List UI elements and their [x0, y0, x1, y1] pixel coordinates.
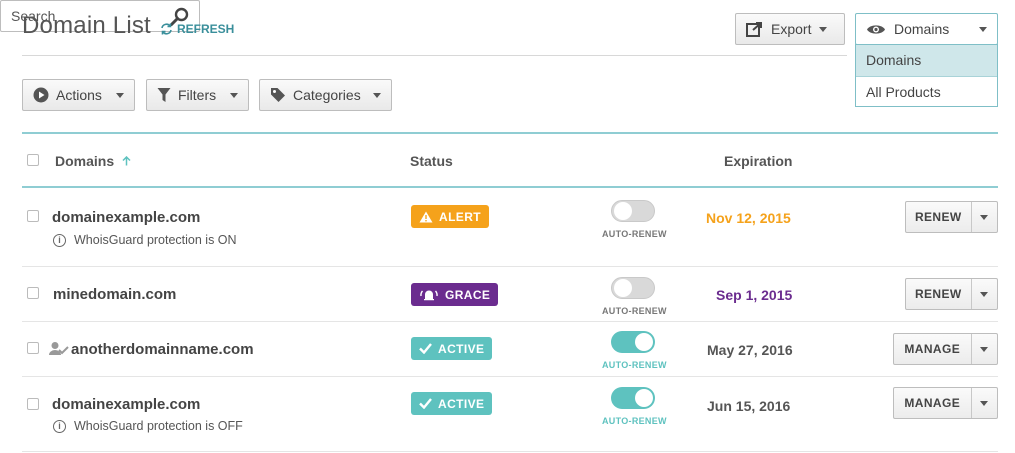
row-action-dropdown[interactable] — [970, 334, 998, 364]
row-divider — [22, 451, 998, 452]
status-text: ALERT — [439, 209, 481, 224]
header-divider — [22, 55, 847, 56]
row-divider — [22, 376, 998, 377]
chevron-down-icon — [819, 26, 828, 32]
row-divider — [22, 321, 998, 322]
status-badge: ACTIVE — [411, 392, 493, 415]
chevron-down-icon — [230, 92, 238, 98]
row-action-dropdown[interactable] — [970, 388, 998, 418]
chevron-down-icon — [980, 291, 989, 297]
tag-icon — [271, 88, 285, 102]
view-dropdown-menu: Domains All Products — [855, 44, 998, 107]
manage-button[interactable]: MANAGE — [893, 387, 998, 419]
filters-button[interactable]: Filters — [146, 79, 249, 111]
auto-renew-label: AUTO-RENEW — [602, 306, 667, 316]
check-icon — [419, 398, 432, 409]
column-domains-label: Domains — [55, 153, 115, 169]
domain-name[interactable]: domainexample.com — [52, 396, 200, 413]
chevron-down-icon — [980, 400, 989, 406]
renew-button[interactable]: RENEW — [905, 201, 998, 233]
alarm-bell-icon — [420, 290, 438, 300]
sort-ascending-icon — [122, 156, 131, 166]
export-label: Export — [771, 21, 812, 37]
row-checkbox[interactable] — [27, 287, 39, 299]
renew-label: RENEW — [914, 210, 962, 224]
domain-name[interactable]: domainexample.com — [52, 209, 200, 226]
eye-icon — [867, 24, 885, 34]
menu-item-all-products[interactable]: All Products — [856, 77, 997, 108]
export-icon — [746, 21, 762, 37]
expiration-date: Nov 12, 2015 — [706, 210, 791, 226]
select-all-checkbox[interactable] — [27, 154, 39, 166]
domain-name[interactable]: minedomain.com — [53, 286, 176, 303]
column-header-expiration: Expiration — [724, 153, 793, 169]
refresh-button[interactable]: REFRESH — [160, 22, 234, 36]
row-action-dropdown[interactable] — [970, 202, 997, 232]
menu-item-domains[interactable]: Domains — [856, 45, 997, 77]
filter-icon — [157, 88, 171, 102]
categories-button[interactable]: Categories — [259, 79, 392, 111]
domain-name[interactable]: anotherdomainname.com — [71, 341, 254, 358]
manage-button[interactable]: MANAGE — [893, 333, 998, 365]
actions-button[interactable]: Actions — [22, 79, 135, 111]
whoisguard-note: i WhoisGuard protection is OFF — [53, 419, 243, 433]
row-checkbox[interactable] — [27, 210, 39, 222]
toggle-knob — [635, 333, 653, 351]
refresh-icon — [161, 23, 172, 35]
verified-user-icon — [49, 342, 69, 355]
row-action-dropdown[interactable] — [970, 279, 997, 309]
status-badge: ACTIVE — [411, 337, 493, 360]
export-button[interactable]: Export — [735, 13, 845, 45]
auto-renew-label: AUTO-RENEW — [602, 229, 667, 239]
filters-label: Filters — [178, 87, 217, 103]
column-header-status: Status — [410, 153, 453, 169]
categories-label: Categories — [293, 87, 361, 103]
status-text: GRACE — [445, 287, 491, 302]
whoisguard-text: WhoisGuard protection is ON — [74, 233, 237, 247]
chevron-down-icon — [979, 26, 987, 32]
row-divider — [22, 266, 998, 267]
whoisguard-text: WhoisGuard protection is OFF — [74, 419, 243, 433]
page-title: Domain List — [22, 12, 151, 39]
column-header-domains[interactable]: Domains — [55, 153, 131, 169]
manage-label: MANAGE — [904, 342, 961, 356]
toggle-knob — [614, 202, 632, 220]
warning-icon — [419, 211, 433, 222]
expiration-date: May 27, 2016 — [707, 342, 793, 358]
auto-renew-toggle[interactable] — [611, 331, 655, 353]
status-badge: ALERT — [411, 205, 489, 228]
manage-label: MANAGE — [904, 396, 961, 410]
toggle-knob — [635, 389, 653, 407]
renew-label: RENEW — [914, 287, 962, 301]
expiration-date: Jun 15, 2016 — [707, 398, 791, 414]
view-select[interactable]: Domains — [855, 13, 998, 45]
toggle-knob — [614, 279, 632, 297]
chevron-down-icon — [980, 214, 989, 220]
view-select-value: Domains — [894, 21, 950, 37]
play-icon — [33, 87, 49, 103]
chevron-down-icon — [980, 346, 989, 352]
expiration-date: Sep 1, 2015 — [716, 287, 793, 303]
auto-renew-label: AUTO-RENEW — [602, 416, 667, 426]
auto-renew-toggle[interactable] — [611, 277, 655, 299]
refresh-label: REFRESH — [177, 22, 235, 36]
status-text: ACTIVE — [438, 341, 485, 356]
status-text: ACTIVE — [438, 396, 485, 411]
info-icon: i — [53, 419, 66, 433]
row-checkbox[interactable] — [27, 398, 39, 410]
chevron-down-icon — [116, 92, 124, 98]
auto-renew-label: AUTO-RENEW — [602, 360, 667, 370]
auto-renew-toggle[interactable] — [611, 200, 655, 222]
chevron-down-icon — [373, 92, 381, 98]
info-icon: i — [53, 233, 66, 247]
table-top-border — [22, 132, 998, 134]
auto-renew-toggle[interactable] — [611, 387, 655, 409]
check-icon — [419, 343, 432, 354]
renew-button[interactable]: RENEW — [905, 278, 998, 310]
status-badge: GRACE — [411, 283, 499, 306]
whoisguard-note: i WhoisGuard protection is ON — [53, 233, 237, 247]
row-checkbox[interactable] — [27, 342, 39, 354]
actions-label: Actions — [56, 87, 102, 103]
table-header-border — [22, 186, 998, 188]
